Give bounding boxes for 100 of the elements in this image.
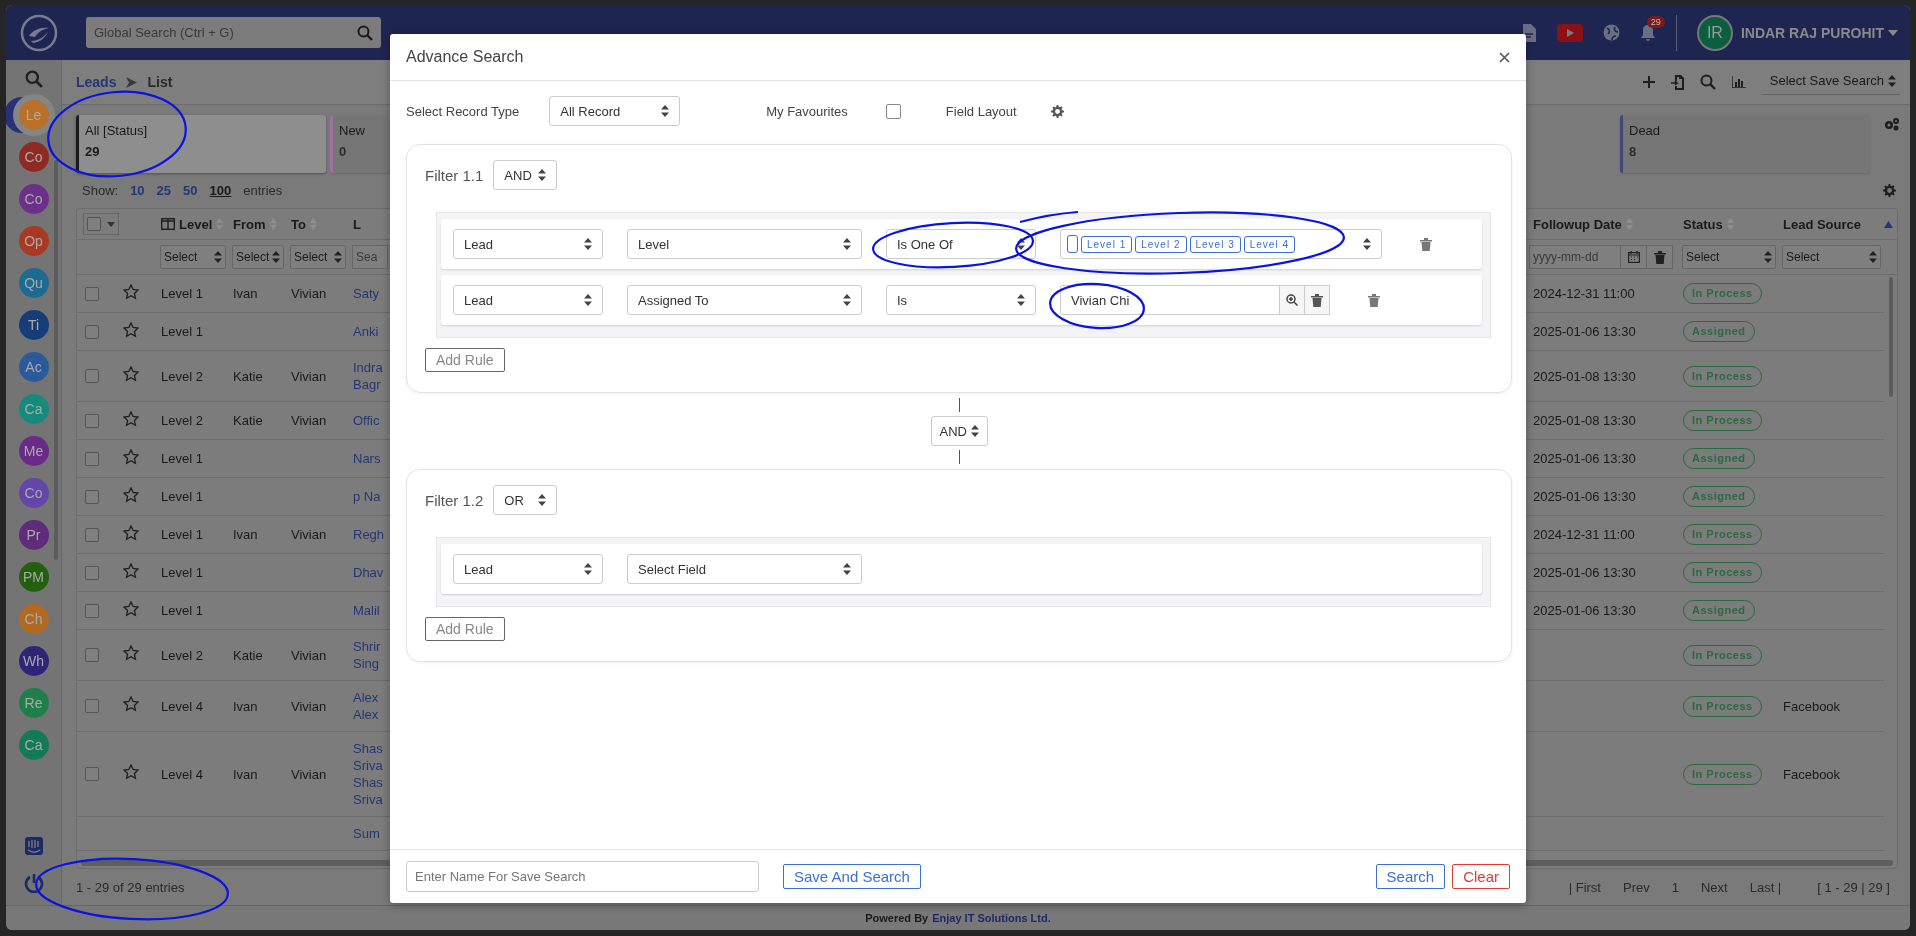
filter-select[interactable]: Select — [160, 245, 226, 269]
module-select[interactable]: Lead — [453, 554, 603, 584]
row-checkbox[interactable] — [85, 603, 99, 618]
lead-name-link[interactable]: Alex Alex — [349, 689, 379, 723]
level-tag[interactable]: Level 1 — [1081, 235, 1133, 253]
status-card[interactable]: New 0 — [330, 115, 390, 173]
lead-name-link[interactable]: Sum — [349, 825, 380, 842]
lead-name-link[interactable]: Offic — [349, 412, 380, 429]
star-icon[interactable] — [123, 524, 139, 541]
lead-name-link[interactable]: Indra Bagr — [349, 359, 383, 393]
star-icon[interactable] — [123, 764, 139, 780]
lead-name-link[interactable]: Shrir Sing — [349, 638, 381, 672]
breadcrumb-link[interactable]: Leads — [76, 74, 117, 90]
module-select[interactable]: Lead — [453, 285, 603, 315]
lead-name-link[interactable]: Anki — [349, 323, 379, 340]
filter-select[interactable]: Select — [290, 245, 346, 269]
level-tag[interactable]: Level 2 — [1135, 235, 1187, 253]
company-link[interactable]: Enjay IT Solutions Ltd. — [932, 912, 1051, 924]
select-all-checkbox[interactable] — [87, 217, 101, 231]
row-checkbox[interactable] — [85, 324, 99, 339]
value-field[interactable]: Vivian Chi — [1060, 285, 1280, 315]
column-header[interactable]: Followup Date — [1533, 216, 1622, 232]
sort-asc-icon[interactable] — [1884, 220, 1893, 228]
search-button[interactable]: Search — [1375, 864, 1446, 889]
row-checkbox[interactable] — [85, 648, 99, 662]
save-search-select[interactable]: Select Save Search — [1761, 69, 1900, 95]
module-avatar[interactable]: Ac — [18, 352, 49, 382]
star-icon[interactable] — [123, 645, 139, 661]
row-checkbox[interactable] — [85, 451, 99, 466]
bell-icon[interactable] — [1639, 23, 1656, 42]
module-avatar[interactable]: Co — [18, 184, 49, 214]
settings-icon[interactable] — [1883, 184, 1896, 197]
module-select[interactable]: Lead — [453, 229, 603, 259]
logo-icon[interactable] — [20, 13, 58, 52]
star-icon[interactable] — [123, 283, 139, 300]
filter-operator-select[interactable]: AND — [493, 160, 558, 190]
page-size-link[interactable]: 25 — [156, 183, 172, 198]
module-avatar[interactable]: Me — [18, 436, 49, 466]
lead-name-link[interactable]: Shas Sriva Shas Sriva — [349, 740, 383, 808]
multi-select-field[interactable]: Level 1 Level 2 Level 3 Level 4 — [1060, 229, 1382, 259]
column-header[interactable]: Status — [1683, 216, 1723, 232]
row-checkbox[interactable] — [85, 489, 99, 504]
select-all-dropdown[interactable] — [83, 213, 119, 235]
tag-input[interactable] — [1067, 235, 1078, 253]
join-operator-select[interactable]: AND — [930, 416, 988, 446]
row-checkbox[interactable] — [85, 699, 99, 713]
page-size-link[interactable]: 10 — [130, 183, 145, 198]
column-header[interactable]: Level — [179, 216, 213, 232]
clear-value-button[interactable] — [1305, 285, 1330, 315]
lead-name-link[interactable]: Nars — [349, 450, 381, 467]
star-icon[interactable] — [123, 321, 139, 338]
column-header[interactable]: Lead Source — [1783, 216, 1862, 232]
module-avatar[interactable]: Qu — [18, 268, 49, 298]
scrollbar[interactable] — [1888, 277, 1893, 397]
trash-icon[interactable] — [1368, 293, 1380, 307]
row-checkbox[interactable] — [85, 369, 99, 383]
level-tag[interactable]: Level 3 — [1189, 235, 1241, 253]
module-avatar[interactable]: Co — [18, 142, 49, 172]
lead-name-link[interactable]: Dhav — [349, 564, 384, 581]
date-filter-field[interactable]: yyyy-mm-dd — [1529, 245, 1621, 269]
add-rule-button[interactable]: Add Rule — [425, 617, 505, 641]
add-icon[interactable] — [1642, 76, 1655, 88]
trash-icon[interactable] — [1420, 237, 1432, 251]
video-play-icon[interactable] — [1556, 23, 1583, 42]
save-name-field[interactable]: Enter Name For Save Search — [406, 861, 759, 892]
star-icon[interactable] — [123, 410, 139, 427]
field-select[interactable]: Select Field — [627, 554, 862, 584]
favourites-checkbox[interactable] — [885, 103, 901, 119]
filter-operator-select[interactable]: OR — [493, 485, 558, 515]
lead-name-link[interactable]: p Na — [349, 488, 381, 505]
settings-icon[interactable] — [1884, 117, 1900, 131]
page-size-link[interactable]: 50 — [183, 183, 198, 198]
module-avatar[interactable]: Ti — [18, 310, 49, 340]
column-header[interactable]: From — [233, 216, 266, 232]
row-checkbox[interactable] — [85, 527, 99, 542]
chat-icon[interactable] — [24, 837, 43, 855]
add-rule-button[interactable]: Add Rule — [425, 348, 505, 372]
lead-name-link[interactable]: Regh — [349, 526, 385, 543]
user-avatar[interactable]: IR — [1696, 14, 1733, 51]
record-type-select[interactable]: All Record — [549, 96, 681, 126]
save-and-search-button[interactable]: Save And Search — [783, 864, 921, 889]
pager-link[interactable]: Next — [1700, 879, 1728, 895]
close-icon[interactable] — [1499, 51, 1510, 63]
module-avatar[interactable]: Ca — [18, 730, 49, 760]
globe-icon[interactable] — [1602, 24, 1620, 41]
star-icon[interactable] — [123, 562, 139, 579]
field-select[interactable]: Level — [627, 229, 862, 259]
filter-select[interactable]: Select — [1782, 245, 1881, 269]
user-name[interactable]: INDAR RAJ PUROHIT — [1740, 24, 1898, 41]
pager-link[interactable]: 1 — [1671, 879, 1679, 895]
lookup-button[interactable] — [1280, 285, 1305, 315]
module-avatar[interactable]: Pr — [18, 520, 49, 550]
pager-link[interactable]: | First — [1568, 879, 1601, 895]
star-icon[interactable] — [123, 486, 139, 503]
clear-button[interactable]: Clear — [1452, 864, 1510, 889]
star-icon[interactable] — [123, 696, 139, 712]
bar-chart-icon[interactable] — [1731, 76, 1746, 88]
star-icon[interactable] — [123, 600, 139, 617]
row-checkbox[interactable] — [85, 767, 99, 781]
global-search-field[interactable]: Global Search (Ctrl + G) — [86, 17, 381, 48]
